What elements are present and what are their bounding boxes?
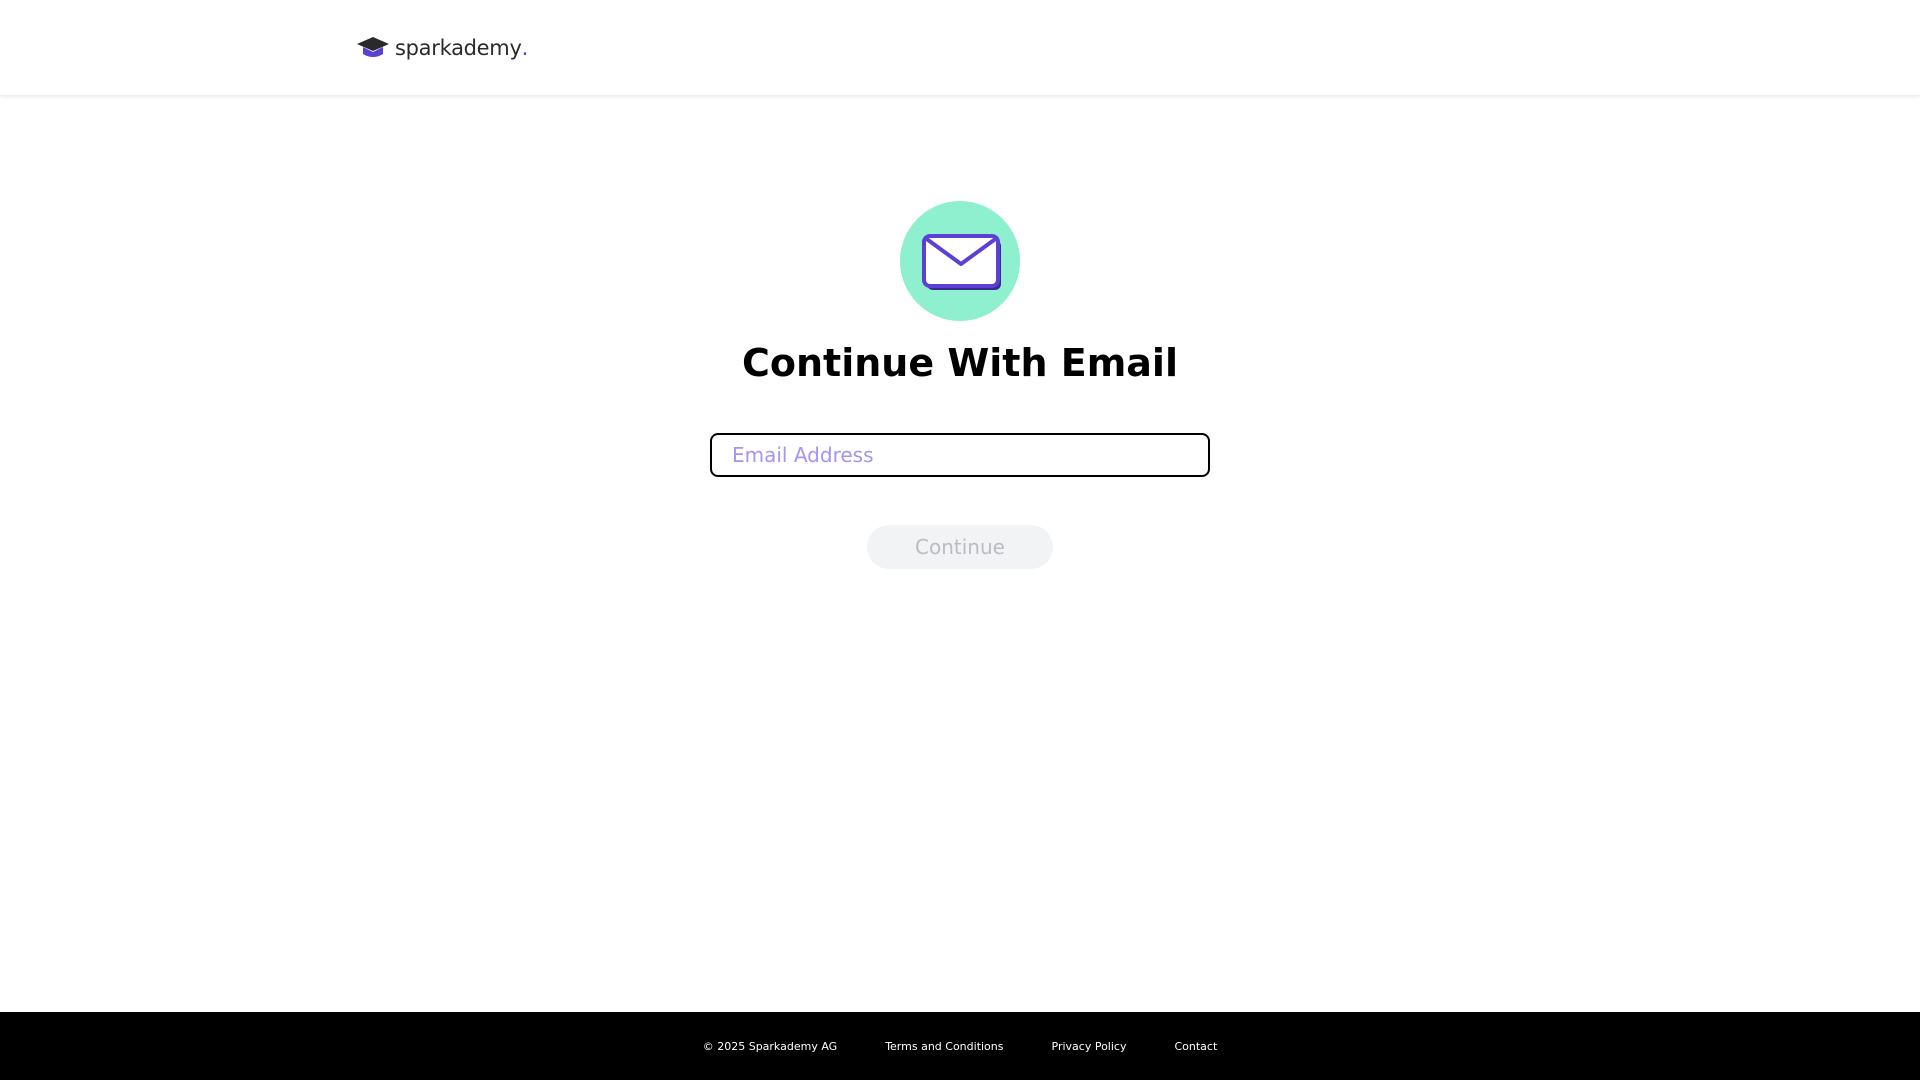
email-field[interactable] xyxy=(710,433,1210,477)
logo-dot: . xyxy=(521,36,529,60)
footer-copyright: © 2025 Sparkademy AG xyxy=(702,1039,838,1053)
site-footer: © 2025 Sparkademy AG Terms and Condition… xyxy=(0,1012,1920,1080)
footer-links: © 2025 Sparkademy AG Terms and Condition… xyxy=(0,1012,1920,1080)
page-title: Continue With Email xyxy=(742,341,1178,385)
terms-link[interactable]: Terms and Conditions xyxy=(885,1040,1003,1053)
privacy-link[interactable]: Privacy Policy xyxy=(1052,1040,1127,1053)
site-header: sparkademy. xyxy=(0,0,1920,96)
sparkademy-logo[interactable]: sparkademy. xyxy=(356,34,528,62)
graduation-cap-icon xyxy=(356,35,390,61)
continue-button[interactable]: Continue xyxy=(867,525,1053,569)
logo-wordmark: sparkademy xyxy=(395,36,522,60)
envelope-badge xyxy=(900,201,1020,321)
main-content: Continue With Email Continue xyxy=(0,96,1920,1012)
contact-link[interactable]: Contact xyxy=(1174,1040,1217,1053)
